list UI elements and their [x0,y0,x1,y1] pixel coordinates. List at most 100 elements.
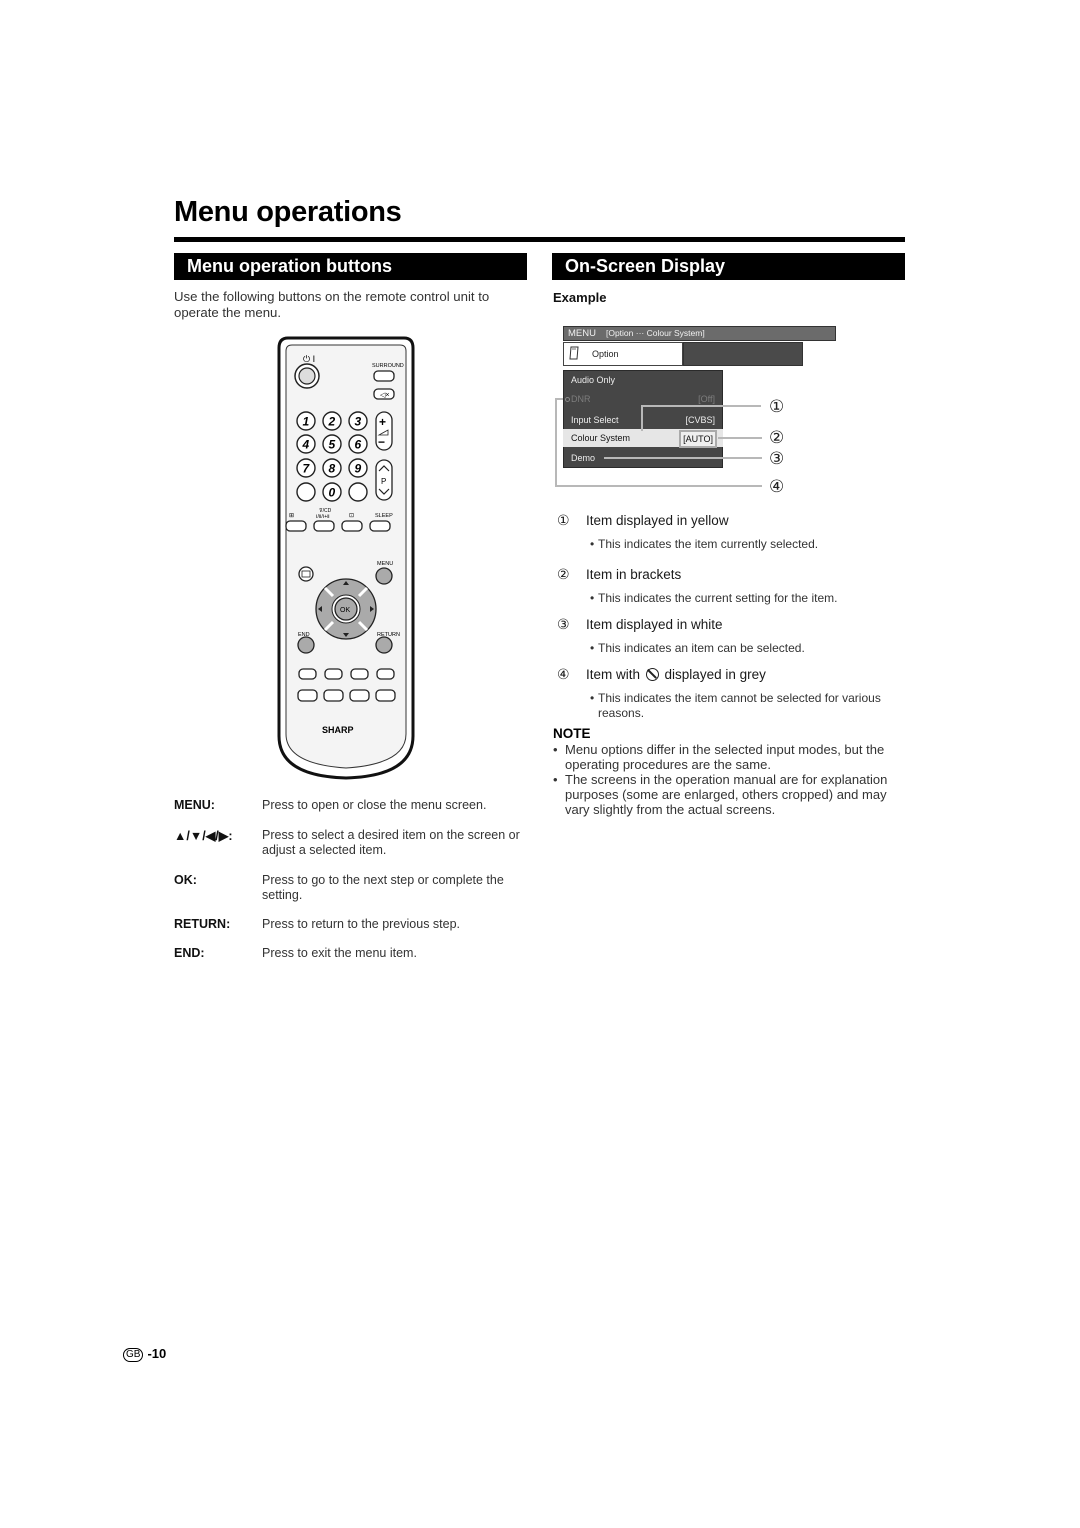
digit-label: 9 [355,462,362,476]
legend-number: ③ [557,617,570,633]
digit-label: 0 [329,486,336,500]
legend-number: ① [557,513,570,529]
red-button[interactable] [297,689,318,702]
osd-tab-inactive [683,342,803,366]
sleep-label: SLEEP [375,513,393,519]
callout-number-1: ① [769,397,785,417]
callout-line-4-top [555,398,563,400]
legend-description: This indicates the current setting for t… [590,591,908,606]
teletext-hold-button[interactable] [324,668,343,680]
return-button[interactable] [375,636,393,654]
callout-number-2: ② [769,428,785,448]
osd-menu-item[interactable]: Colour System [AUTO] [563,429,723,448]
key-label: MENU: [174,798,215,812]
callout-line-4-vertical [555,398,557,486]
osd-item-label: DNR [571,394,591,404]
osd-item-value: [AUTO] [679,430,717,448]
yellow-button[interactable] [349,689,370,702]
osd-menu-item[interactable]: Input Select [CVBS] [563,411,723,429]
program-label: P [381,477,386,486]
split-screen-button[interactable] [285,520,307,532]
digit-label: 1 [303,415,310,429]
digit-label: 5 [329,438,336,452]
mute-icon: ◁× [380,392,389,399]
key-label: END: [174,946,205,960]
teletext-mode-button[interactable] [298,668,317,680]
section-heading-menu-operation-buttons: Menu operation buttons [174,253,527,280]
reveal-button[interactable] [376,668,395,680]
end-button[interactable] [297,636,315,654]
power-button-inner [298,367,316,385]
surround-label: SURROUND [372,363,404,369]
legend-description: This indicates the item cannot be select… [590,691,908,721]
prohibited-icon [645,668,659,681]
audio-mode-button[interactable] [313,520,335,532]
osd-menu-item[interactable]: Audio Only [563,371,723,389]
note-item: Menu options differ in the selected inpu… [553,742,910,772]
intro-text: Use the following buttons on the remote … [174,289,490,320]
osd-item-value: [CVBS] [685,415,715,425]
osd-menu-title: MENU [568,328,596,339]
key-description: Press to return to the previous step. [262,917,461,931]
blue-button[interactable] [375,689,396,702]
note-heading: NOTE [553,726,591,741]
section-heading-on-screen-display: On-Screen Display [552,253,905,280]
sleep-button[interactable] [369,520,391,532]
ok-label: OK [340,607,350,614]
digit-label: 2 [328,415,336,429]
digit-label: 3 [355,415,362,429]
legend-title: Item displayed in yellow [586,513,729,528]
key-label: OK: [174,873,197,887]
remote-body-inner [285,344,407,769]
page-number: GB -10 [123,1346,166,1362]
osd-item-label: Colour System [571,433,631,443]
key-description: Press to go to the next step or complete… [262,873,504,902]
key-description: Press to select a desired item on the sc… [262,828,520,857]
region-badge: GB [123,1348,144,1362]
osd-menu-path: [Option ··· Colour System] [605,328,705,338]
digit-label: 8 [329,462,336,476]
menu-label: MENU [377,561,393,567]
audio-mode-label: Ⅰ/Ⅱ/Ⅰ+Ⅱ [316,514,330,520]
key-description: Press to open or close the menu screen. [262,798,487,812]
legend-description: This indicates an item can be selected. [590,641,908,656]
callout-line-1 [641,405,761,407]
option-tab-icon [569,346,579,360]
split-screen-label: ⊞ [289,513,294,519]
callout-line-4 [555,485,762,487]
digit-label: 4 [302,438,310,452]
legend-title: Item in brackets [586,567,682,582]
digit-label: 6 [355,438,362,452]
power-label: ⏻ I [303,354,315,364]
osd-item-label: Input Select [571,415,619,425]
page-number-text: -10 [147,1346,167,1361]
example-label: Example [553,290,607,305]
key-description: Press to exit the menu item. [262,946,417,960]
title-rule [174,237,905,242]
flashback-button[interactable] [296,482,316,502]
prohibited-icon [565,397,570,403]
osd-item-label: Audio Only [571,375,616,385]
volume-down-icon: − [378,435,385,449]
legend-title-after: displayed in grey [664,667,766,682]
brand-logo: SHARP [322,725,354,735]
teletext-button[interactable] [298,566,314,582]
hold-label: ⊡ [349,513,354,519]
osd-menu-bar: MENU [Option ··· Colour System] [563,326,836,341]
volume-up-icon: + [379,415,386,429]
legend-number: ② [557,567,570,583]
green-button[interactable] [323,689,344,702]
key-label: ▲/▼/◀/▶: [174,829,233,843]
surround-button[interactable] [373,370,395,382]
subtitle-button[interactable] [350,668,369,680]
legend-title: Item with displayed in grey [586,667,766,683]
osd-tab-option[interactable]: Option [563,342,683,366]
callout-line-3 [604,457,762,459]
hold-button[interactable] [341,520,363,532]
page-title: Menu operations [174,196,402,228]
input-button[interactable] [348,482,368,502]
osd-item-label: Demo [571,453,596,463]
legend-title: Item displayed in white [586,617,723,632]
callout-line-1-vertical [641,405,643,431]
menu-button[interactable] [375,567,393,585]
